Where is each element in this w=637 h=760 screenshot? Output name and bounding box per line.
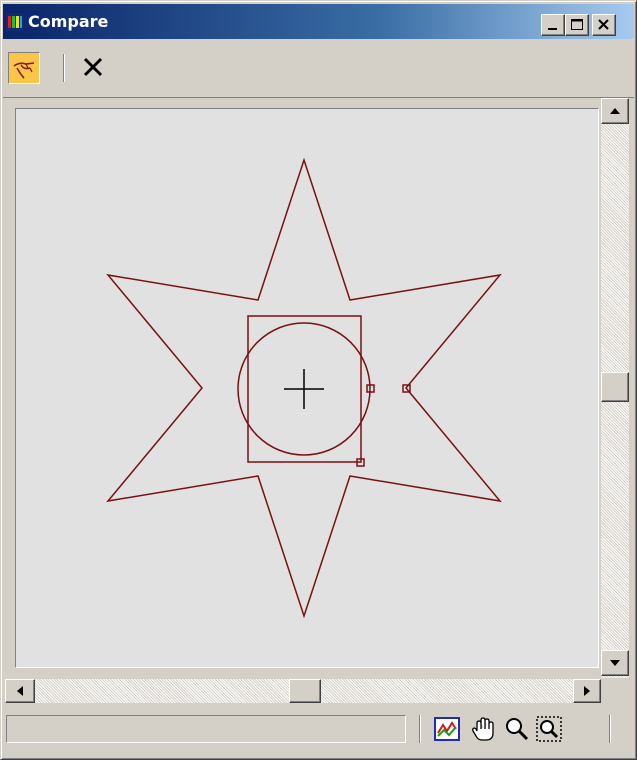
zoom-region-icon: [536, 716, 562, 742]
pan-hand-icon: [472, 717, 494, 741]
zoom-icon: [506, 718, 529, 741]
zoom-region-button[interactable]: [535, 715, 563, 743]
scroll-thumb-vertical[interactable]: [601, 372, 629, 402]
x-icon: [83, 57, 103, 77]
toolbar: [3, 45, 634, 98]
vertical-scrollbar[interactable]: [601, 98, 629, 678]
arrow-left-icon: [17, 686, 23, 696]
minimize-icon: [548, 28, 557, 30]
arrow-down-icon: [610, 660, 620, 666]
maximize-icon: [571, 19, 583, 30]
compare-window: Compare: [0, 0, 637, 760]
scroll-right-button[interactable]: [573, 679, 601, 703]
scroll-down-button[interactable]: [601, 650, 629, 676]
scroll-left-button[interactable]: [5, 679, 35, 703]
pick-hand-icon: [13, 62, 35, 79]
zoom-button[interactable]: [503, 715, 531, 743]
scroll-up-button[interactable]: [601, 98, 629, 124]
minimize-button[interactable]: [541, 14, 565, 36]
window-title: Compare: [28, 12, 109, 31]
arrow-up-icon: [610, 108, 620, 114]
toolbar-separator: [63, 54, 65, 82]
zoom-extents-button[interactable]: [433, 715, 461, 743]
compare-canvas[interactable]: [16, 109, 598, 667]
close-button[interactable]: [592, 14, 616, 36]
close-icon: [598, 19, 609, 30]
status-separator: [609, 715, 611, 743]
title-bar[interactable]: Compare: [3, 4, 634, 39]
zoom-extents-icon: [434, 717, 460, 741]
status-separator: [419, 715, 421, 743]
crosshair-icon: [284, 369, 324, 409]
maximize-button[interactable]: [565, 14, 589, 36]
drawing-viewport[interactable]: [15, 108, 599, 668]
pick-curve-button[interactable]: [8, 52, 40, 84]
arrow-right-icon: [584, 686, 590, 696]
pan-button[interactable]: [469, 715, 497, 743]
app-icon: [6, 13, 24, 31]
delete-button[interactable]: [79, 53, 107, 81]
horizontal-scrollbar[interactable]: [5, 679, 601, 703]
status-bar: [3, 707, 634, 757]
scroll-thumb-horizontal[interactable]: [289, 679, 321, 703]
status-text-field: [6, 715, 406, 743]
